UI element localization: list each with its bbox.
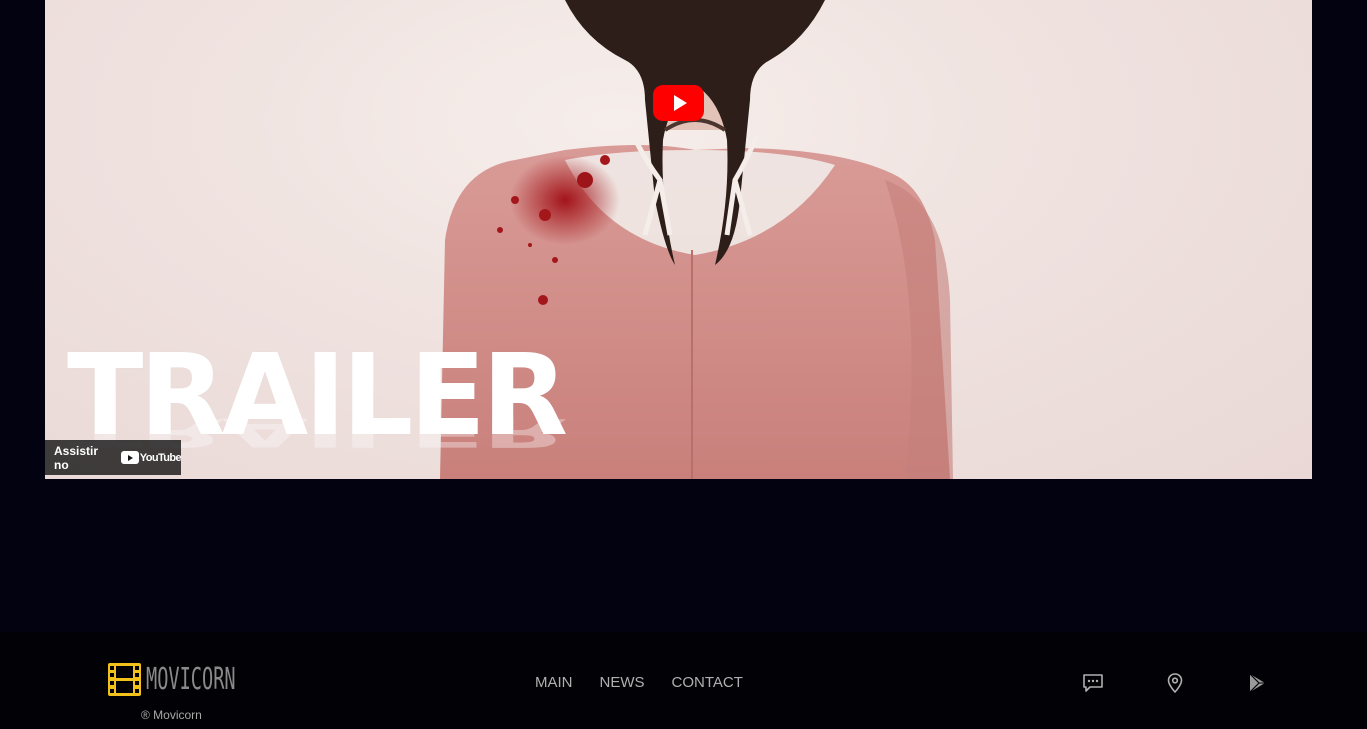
location-pin-icon[interactable] [1164, 672, 1186, 694]
film-strip-icon [108, 663, 141, 696]
nav-link-main[interactable]: MAIN [535, 674, 573, 691]
watch-on-youtube-button[interactable]: Assistir no YouTube [45, 440, 182, 475]
site-footer: MOVICORN ® Movicorn MAIN NEWS CONTACT [0, 632, 1367, 729]
brand-name: MOVICORN [146, 661, 236, 697]
watch-on-label: Assistir no [54, 443, 99, 472]
play-store-icon[interactable] [1246, 672, 1268, 694]
footer-nav: MAIN NEWS CONTACT [535, 674, 770, 691]
brand-logo[interactable]: MOVICORN [107, 662, 291, 697]
footer-icon-links [1082, 672, 1328, 694]
copyright-text: ® Movicorn [141, 708, 202, 722]
play-button[interactable] [653, 85, 704, 121]
youtube-play-icon [120, 451, 139, 464]
nav-link-news[interactable]: NEWS [600, 674, 645, 691]
play-icon [673, 95, 687, 111]
chat-icon[interactable] [1082, 672, 1104, 694]
youtube-wordmark: YouTube [139, 451, 182, 464]
youtube-logo: YouTube [120, 451, 182, 464]
trailer-video-embed[interactable]: TRAILER TRAILER Assistir no YouTube [45, 0, 1312, 479]
page: TRAILER TRAILER Assistir no YouTube MOVI… [0, 0, 1367, 729]
nav-link-contact[interactable]: CONTACT [672, 674, 743, 691]
